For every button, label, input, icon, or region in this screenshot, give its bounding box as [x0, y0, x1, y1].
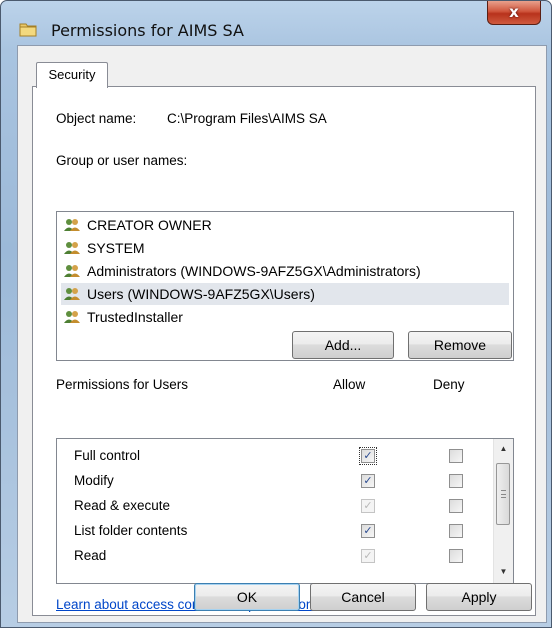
list-item-label: Users (WINDOWS-9AFZ5GX\Users): [87, 286, 315, 302]
permissions-list[interactable]: Full control ✓ Modify ✓ Read & execute ✓ List …: [56, 438, 514, 584]
object-name-label: Object name:: [56, 111, 137, 126]
users-group-icon: [64, 242, 80, 254]
deny-checkbox[interactable]: [449, 449, 463, 463]
list-item-user-group[interactable]: Users (WINDOWS-9AFZ5GX\Users): [61, 283, 509, 305]
tab-label: Security: [48, 67, 96, 82]
list-item-label: SYSTEM: [87, 240, 145, 256]
permission-name: Full control: [74, 448, 141, 463]
permission-name: List folder contents: [74, 523, 188, 538]
permission-name: Read & execute: [74, 498, 171, 513]
list-item-user-group[interactable]: TrustedInstaller: [61, 306, 509, 328]
scroll-up-icon[interactable]: ▲: [494, 440, 513, 458]
permissions-scrollbar[interactable]: ▲ ▼: [493, 439, 513, 583]
deny-checkbox[interactable]: [449, 549, 463, 563]
list-item-user-group[interactable]: SYSTEM: [61, 237, 509, 259]
ok-button-label: OK: [236, 589, 258, 605]
users-group-icon: [64, 265, 80, 277]
allow-checkbox[interactable]: ✓: [361, 549, 375, 563]
add-button[interactable]: Add...: [292, 331, 394, 359]
cancel-button[interactable]: Cancel: [310, 583, 416, 611]
permission-name: Modify: [74, 473, 114, 488]
deny-checkbox[interactable]: [449, 524, 463, 538]
allow-checkbox[interactable]: ✓: [361, 524, 375, 538]
permissions-header: Permissions for Users: [56, 377, 189, 392]
deny-checkbox[interactable]: [449, 499, 463, 513]
dialog-client-area: Security Object name: C:\Program Files\A…: [17, 45, 547, 623]
deny-column-header: Deny: [433, 377, 465, 392]
group-list-label: Group or user names:: [56, 153, 188, 168]
remove-button-label: Remove: [433, 337, 487, 353]
permission-row: Modify ✓: [57, 470, 487, 494]
list-item-label: TrustedInstaller: [87, 309, 183, 325]
allow-checkbox[interactable]: ✓: [361, 474, 375, 488]
list-item-user-group[interactable]: Administrators (WINDOWS-9AFZ5GX\Administ…: [61, 260, 509, 282]
permission-row: Read ✓: [57, 545, 487, 569]
cancel-button-label: Cancel: [341, 589, 385, 605]
close-icon: x: [509, 3, 519, 21]
scroll-down-icon[interactable]: ▼: [494, 563, 513, 581]
allow-column-header: Allow: [333, 377, 366, 392]
folder-icon: [19, 23, 37, 37]
object-name-value: C:\Program Files\AIMS SA: [167, 111, 327, 126]
grip-icon: [501, 490, 506, 498]
permission-row: Read & execute ✓: [57, 495, 487, 519]
permission-row: Full control ✓: [57, 445, 487, 469]
users-group-icon: [64, 288, 80, 300]
permission-name: Read: [74, 548, 107, 563]
deny-checkbox[interactable]: [449, 474, 463, 488]
allow-checkbox[interactable]: ✓: [361, 499, 375, 513]
apply-button-label: Apply: [461, 589, 497, 605]
ok-button[interactable]: OK: [194, 583, 300, 611]
security-tab-panel: Object name: C:\Program Files\AIMS SA Gr…: [32, 86, 536, 616]
remove-button[interactable]: Remove: [408, 331, 512, 359]
tab-security[interactable]: Security: [36, 62, 108, 88]
window-title: Permissions for AIMS SA: [51, 21, 244, 40]
list-item-user-group[interactable]: CREATOR OWNER: [61, 214, 509, 236]
list-item-label: CREATOR OWNER: [87, 217, 212, 233]
allow-checkbox[interactable]: ✓: [359, 447, 377, 465]
users-group-icon: [64, 311, 80, 323]
users-group-icon: [64, 219, 80, 231]
apply-button[interactable]: Apply: [426, 583, 532, 611]
title-bar[interactable]: Permissions for AIMS SA x: [1, 1, 551, 45]
permissions-dialog: Permissions for AIMS SA x Security Objec…: [0, 0, 552, 628]
permission-row: List folder contents ✓: [57, 520, 487, 544]
close-button[interactable]: x: [487, 1, 541, 25]
add-button-label: Add...: [324, 337, 362, 353]
scroll-thumb[interactable]: [496, 463, 510, 525]
list-item-label: Administrators (WINDOWS-9AFZ5GX\Administ…: [87, 263, 421, 279]
